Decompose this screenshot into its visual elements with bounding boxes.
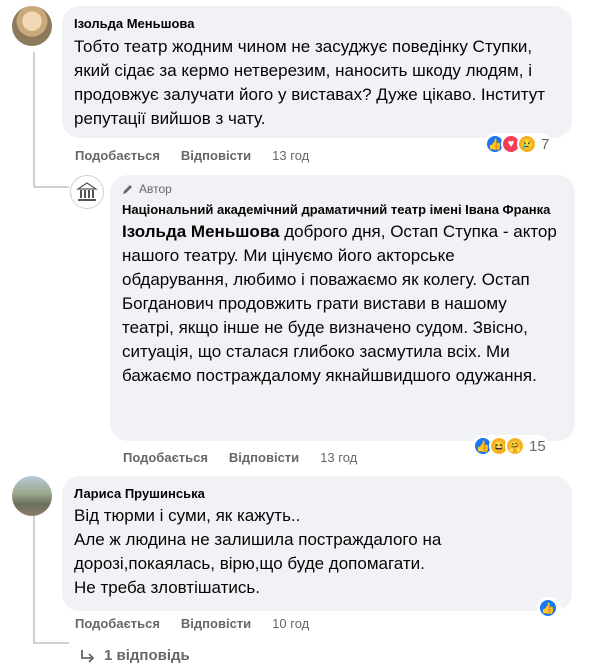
comment-author[interactable]: Ізольда Меньшова bbox=[74, 16, 560, 31]
view-replies-label: 1 відповідь bbox=[104, 647, 190, 664]
like-button[interactable]: Подобається bbox=[123, 450, 208, 465]
thread-line bbox=[33, 186, 69, 188]
care-icon: 🤗 bbox=[505, 436, 525, 456]
comment-author[interactable]: Національний академічний драматичний теа… bbox=[122, 201, 563, 218]
thread-line bbox=[33, 52, 35, 187]
view-replies-link[interactable]: 1 відповідь bbox=[80, 647, 190, 664]
timestamp[interactable]: 10 год bbox=[272, 616, 309, 631]
avatar[interactable] bbox=[70, 175, 104, 209]
sad-icon: 😢 bbox=[517, 134, 537, 154]
reaction-count: 15 bbox=[529, 437, 546, 455]
timestamp[interactable]: 13 год bbox=[272, 148, 309, 163]
reactions-summary[interactable]: 👍 ♥ 😢 7 bbox=[484, 133, 553, 155]
timestamp[interactable]: 13 год bbox=[320, 450, 357, 465]
comment-author[interactable]: Лариса Прушинська bbox=[74, 486, 560, 501]
like-button[interactable]: Подобається bbox=[75, 148, 160, 163]
comment-line: Від тюрми і суми, як кажуть.. bbox=[74, 506, 301, 525]
comment-bubble: Автор Національний академічний драматичн… bbox=[110, 175, 575, 441]
like-button[interactable]: Подобається bbox=[75, 616, 160, 631]
author-badge-label: Автор bbox=[139, 182, 172, 196]
comment-text: Тобто театр жодним чином не засуджує пов… bbox=[74, 37, 546, 128]
reactions-summary[interactable]: 👍 😆 🤗 15 bbox=[472, 435, 549, 457]
comment-line: Не треба зловтішатись. bbox=[74, 578, 260, 597]
mention-link[interactable]: Ізольда Меньшова bbox=[122, 222, 280, 241]
reply-arrow-icon bbox=[81, 649, 95, 663]
reactions-summary[interactable]: 👍 bbox=[537, 597, 561, 619]
author-badge: Автор bbox=[122, 182, 563, 196]
reply-button[interactable]: Відповісти bbox=[229, 450, 299, 465]
avatar[interactable] bbox=[12, 6, 52, 46]
comment-bubble: Лариса Прушинська Від тюрми і суми, як к… bbox=[62, 476, 572, 611]
pencil-icon bbox=[123, 185, 132, 194]
reply-button[interactable]: Відповісти bbox=[181, 616, 251, 631]
comment-actions: Подобається Відповісти 13 год bbox=[75, 148, 330, 163]
comment-text: Ізольда Меньшова доброго дня, Остап Ступ… bbox=[122, 220, 563, 388]
comment-line: Але ж людина не залишила постраждалого н… bbox=[74, 530, 442, 573]
comment-bubble: Ізольда Меньшова Тобто театр жодним чино… bbox=[62, 6, 572, 138]
comment-actions: Подобається Відповісти 13 год bbox=[123, 450, 378, 465]
theater-logo-icon bbox=[76, 182, 98, 201]
like-icon: 👍 bbox=[538, 598, 558, 618]
reply-button[interactable]: Відповісти bbox=[181, 148, 251, 163]
reaction-count: 7 bbox=[541, 135, 550, 153]
thread-line bbox=[33, 642, 69, 644]
avatar[interactable] bbox=[12, 476, 52, 516]
comment-actions: Подобається Відповісти 10 год bbox=[75, 616, 330, 631]
comment-body: доброго дня, Остап Ступка - актор нашого… bbox=[122, 222, 557, 385]
thread-line bbox=[33, 513, 35, 643]
